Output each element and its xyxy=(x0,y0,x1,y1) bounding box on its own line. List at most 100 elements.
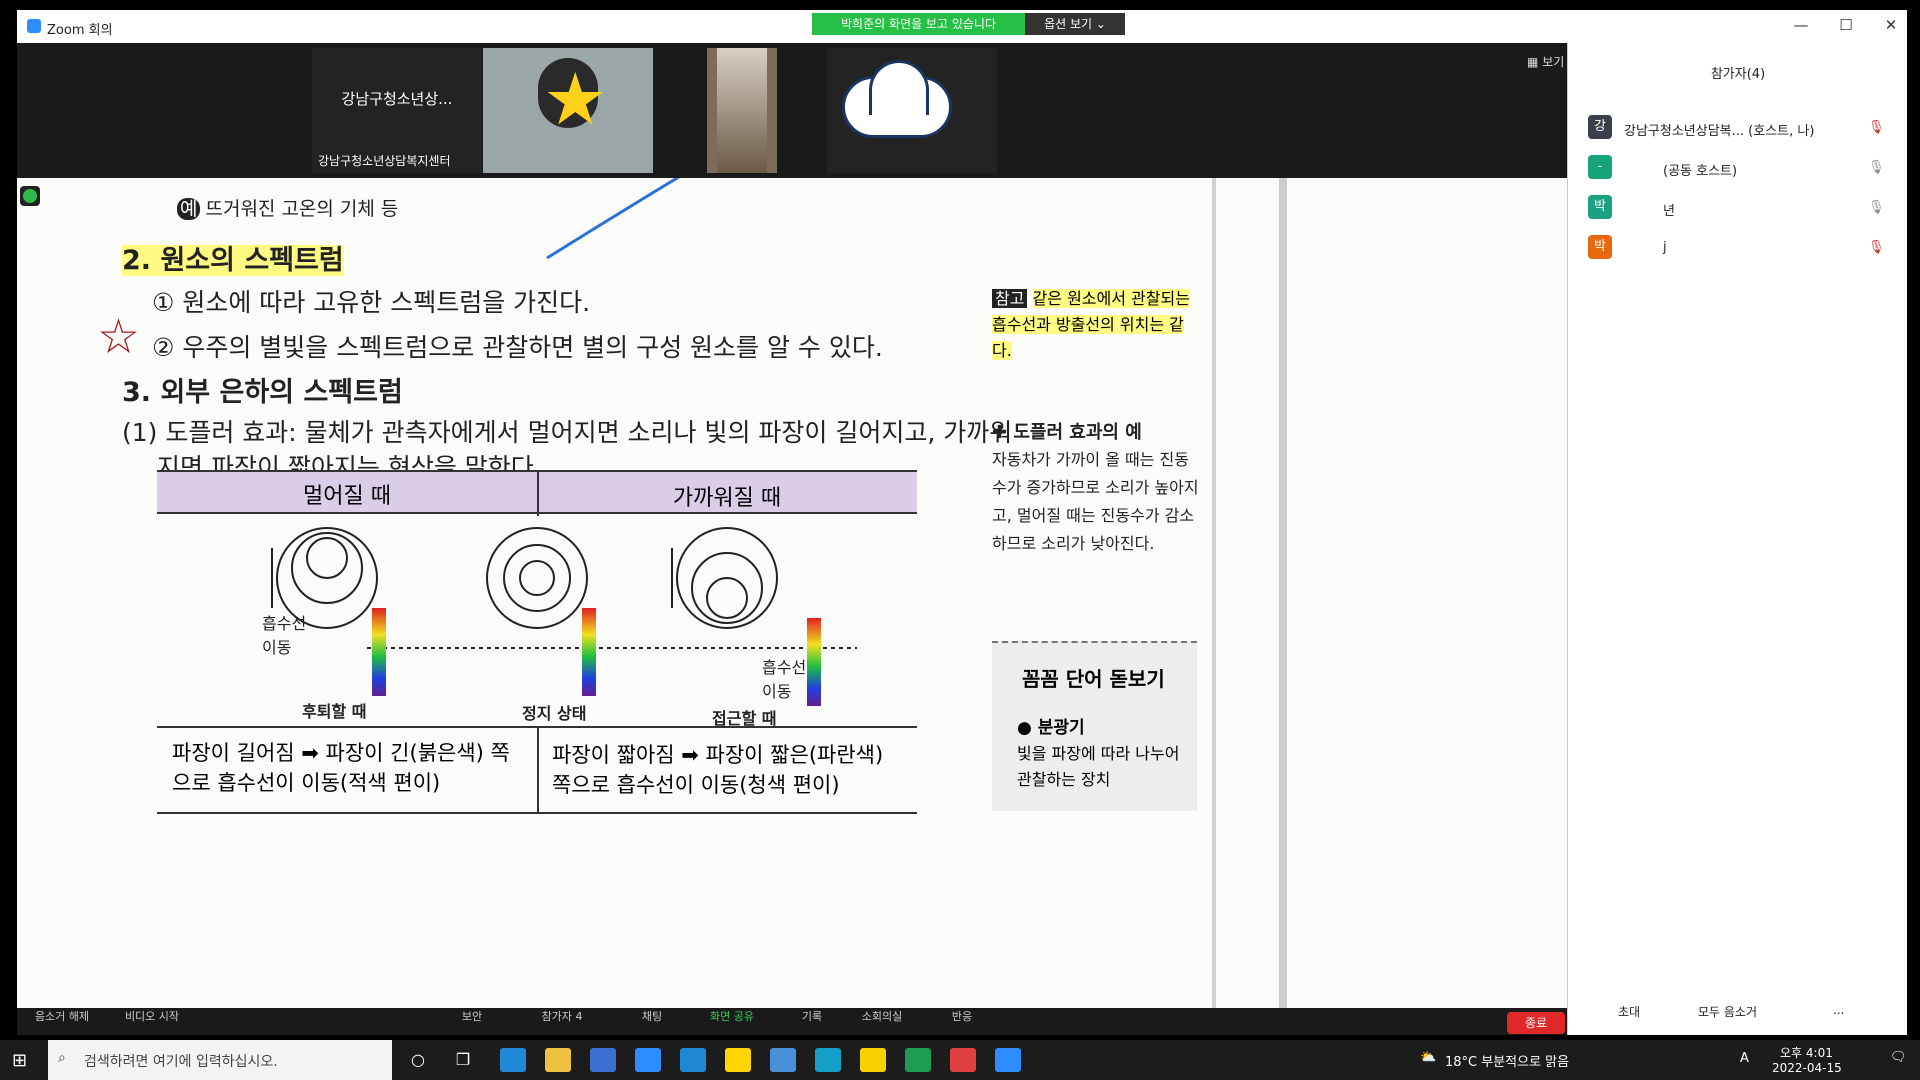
scrollbar[interactable] xyxy=(1279,178,1287,1008)
note-box: 참고 같은 원소에서 관찰되는 흡수선과 방출선의 위치는 같다. xyxy=(992,286,1202,364)
video-strip: 강남구청소년상... 강남구청소년상담복지센터 ★ ▦ 보기 xyxy=(17,43,1567,178)
participants-label: 참가자 xyxy=(541,1010,572,1023)
chat-button[interactable]: 채팅 xyxy=(622,1008,682,1024)
participant-name: j xyxy=(1663,240,1667,255)
mic-muted-icon[interactable]: 🎙 xyxy=(1868,120,1885,135)
windows-start-icon[interactable]: ⊞ xyxy=(12,1050,27,1071)
view-options-button[interactable]: 옵션 보기 ⌄ xyxy=(1025,13,1125,35)
zoom-window: Zoom 회의 박희준의 화면을 보고 있습니다 옵션 보기 ⌄ — ☐ ✕ 강… xyxy=(17,10,1907,1035)
security-button[interactable]: 보안 xyxy=(442,1008,502,1024)
edge-icon[interactable] xyxy=(500,1048,526,1072)
blueshift-text: 파장이 짧아짐 ➡ 파장이 짧은(파란색) 쪽으로 흡수선이 이동(청색 편이) xyxy=(552,743,884,797)
file-explorer-icon[interactable] xyxy=(545,1048,571,1072)
star-sticker-icon: ★ xyxy=(543,57,608,141)
participant-row[interactable]: 박 년 🎙 xyxy=(1568,188,1908,228)
mute-all-button[interactable]: 모두 음소거 xyxy=(1698,1003,1757,1020)
corridor-video xyxy=(717,48,767,173)
table-body: 파장이 길어짐 ➡ 파장이 긴(붉은색) 쪽으로 흡수선이 이동(적색 편이) … xyxy=(157,726,917,814)
doppler-example-text: 자동차가 가까이 올 때는 진동수가 증가하므로 소리가 높아지고, 멀어질 때… xyxy=(992,450,1199,553)
vocab-word: ● 분광기 xyxy=(1017,718,1085,738)
participant-name: 강남구청소년상담복... (호스트, 나) xyxy=(1624,124,1815,139)
mic-icon[interactable]: 🎙 xyxy=(1868,160,1885,175)
minimize-icon[interactable]: — xyxy=(1787,16,1815,38)
windows-taskbar: ⊞ ⌕ 검색하려면 여기에 입력하십시오. ○ ❐ ⛅ 18°C 부분적으로 맑… xyxy=(0,1040,1920,1080)
meeting-controls: 음소거 해제 비디오 시작 보안 참가자 4 채팅 화면 공유 기록 소회의실 … xyxy=(17,1008,1567,1035)
mic-muted-icon[interactable]: 🎙 xyxy=(1868,240,1885,255)
outlook-icon[interactable] xyxy=(815,1048,841,1072)
clock-date[interactable]: 2022-04-15 xyxy=(1772,1061,1842,1075)
sticky-notes-icon[interactable] xyxy=(725,1048,751,1072)
end-meeting-button[interactable]: 종료 xyxy=(1507,1012,1565,1034)
page-binding xyxy=(1212,178,1216,1008)
note-tag: 참고 xyxy=(992,289,1028,308)
clock-time[interactable]: 오후 4:01 xyxy=(1780,1044,1833,1061)
view-button[interactable]: ▦ 보기 xyxy=(1527,53,1564,70)
share-screen-button[interactable]: 화면 공유 xyxy=(702,1008,762,1024)
video-tile[interactable] xyxy=(827,48,997,173)
shift-label-blue: 흡수선 이동 xyxy=(762,658,807,701)
start-video-button[interactable]: 비디오 시작 xyxy=(122,1008,182,1024)
tile-title: 강남구청소년상... xyxy=(341,90,453,108)
participant-row[interactable]: 강 강남구청소년상담복... (호스트, 나) 🎙 xyxy=(1568,108,1908,148)
textbook-page: 예 뜨거워진 고온의 기체 등 2. 원소의 스펙트럼 ① 원소에 따라 고유한 … xyxy=(17,178,1567,1008)
video-tile[interactable]: ★ xyxy=(483,48,653,173)
unmute-button[interactable]: 음소거 해제 xyxy=(32,1008,92,1024)
more-button[interactable]: ... xyxy=(1833,1003,1844,1017)
shared-screen: 예 뜨거워진 고온의 기체 등 2. 원소의 스펙트럼 ① 원소에 따라 고유한 … xyxy=(17,178,1567,1008)
caption-rest: 정지 상태 xyxy=(522,704,587,723)
participant-name: (공동 호스트) xyxy=(1663,164,1738,179)
video-tile[interactable]: 강남구청소년상... 강남구청소년상담복지센터 xyxy=(312,48,482,173)
vocab-heading: 꼼꼼 단어 돋보기 xyxy=(1022,667,1165,691)
mic-icon[interactable]: 🎙 xyxy=(1868,200,1885,215)
redshift-text: 파장이 길어짐 ➡ 파장이 긴(붉은색) 쪽으로 흡수선이 이동(적색 편이) xyxy=(172,741,510,795)
caption-receding: 후퇴할 때 xyxy=(302,702,367,721)
video-tile[interactable] xyxy=(707,48,777,173)
avatar: 박 xyxy=(1588,235,1612,259)
avatar: - xyxy=(1588,155,1612,179)
share-banner: 박희준의 화면을 보고 있습니다 xyxy=(812,13,1025,35)
close-icon[interactable]: ✕ xyxy=(1877,16,1905,38)
ie-icon[interactable] xyxy=(680,1048,706,1072)
search-icon: ⌕ xyxy=(58,1050,66,1066)
participants-header: 참가자(4) xyxy=(1710,67,1766,82)
col-receding: 멀어질 때 xyxy=(303,484,391,509)
cortana-icon[interactable]: ○ xyxy=(405,1048,431,1072)
window-title: Zoom 회의 xyxy=(47,23,113,38)
col-approaching: 가까워질 때 xyxy=(672,486,782,511)
participant-row[interactable]: 박 j 🎙 xyxy=(1568,228,1908,268)
search-placeholder: 검색하려면 여기에 입력하십시오. xyxy=(84,1054,278,1070)
cloud-top xyxy=(869,60,929,115)
chart-app-icon[interactable] xyxy=(905,1048,931,1072)
table-header: 멀어질 때 가까워질 때 xyxy=(157,470,917,516)
doppler-example-heading: ✚ 도플러 효과의 예 xyxy=(992,422,1142,443)
record-button[interactable]: 기록 xyxy=(782,1008,842,1024)
vocab-box: 꼼꼼 단어 돋보기 ● 분광기 빛을 파장에 따라 나누어 관찰하는 장치 xyxy=(992,641,1197,811)
reactions-button[interactable]: 반응 xyxy=(932,1008,992,1024)
weather-icon[interactable]: ⛅ xyxy=(1420,1050,1436,1065)
participants-panel: 참가자(4) 강 강남구청소년상담복... (호스트, 나) 🎙 - (공동 호… xyxy=(1567,43,1907,1035)
taskbar-search[interactable]: ⌕ 검색하려면 여기에 입력하십시오. xyxy=(48,1040,392,1080)
mail-icon[interactable] xyxy=(635,1048,661,1072)
avatar: 박 xyxy=(1588,195,1612,219)
invite-button[interactable]: 초대 xyxy=(1618,1003,1640,1020)
zoom-logo-icon xyxy=(27,19,41,33)
messenger-icon[interactable] xyxy=(770,1048,796,1072)
participant-name: 년 xyxy=(1663,204,1675,219)
participants-footer: 초대 모두 음소거 ... xyxy=(1568,993,1908,1033)
participants-button[interactable]: 참가자 4 xyxy=(532,1008,592,1024)
maximize-icon[interactable]: ☐ xyxy=(1832,16,1860,38)
participant-row[interactable]: - (공동 호스트) 🎙 xyxy=(1568,148,1908,188)
task-view-icon[interactable]: ❐ xyxy=(450,1048,476,1072)
weather-text[interactable]: 18°C 부분적으로 맑음 xyxy=(1445,1051,1569,1070)
store-icon[interactable] xyxy=(590,1048,616,1072)
kakaotalk-icon[interactable] xyxy=(860,1048,886,1072)
notification-icon[interactable]: 🗨 xyxy=(1890,1050,1907,1065)
ime-indicator[interactable]: A xyxy=(1740,1051,1749,1066)
avatar: 강 xyxy=(1588,115,1612,139)
system-tray: ⛅ 18°C 부분적으로 맑음 A 오후 4:01 2022-04-15 🗨 xyxy=(1420,1040,1920,1080)
participant-count: 4 xyxy=(575,1010,583,1023)
zoom-taskbar-icon[interactable] xyxy=(995,1048,1021,1072)
tile-name: 강남구청소년상담복지센터 xyxy=(318,154,451,168)
app-icon[interactable] xyxy=(950,1048,976,1072)
breakout-rooms-button[interactable]: 소회의실 xyxy=(852,1008,912,1024)
